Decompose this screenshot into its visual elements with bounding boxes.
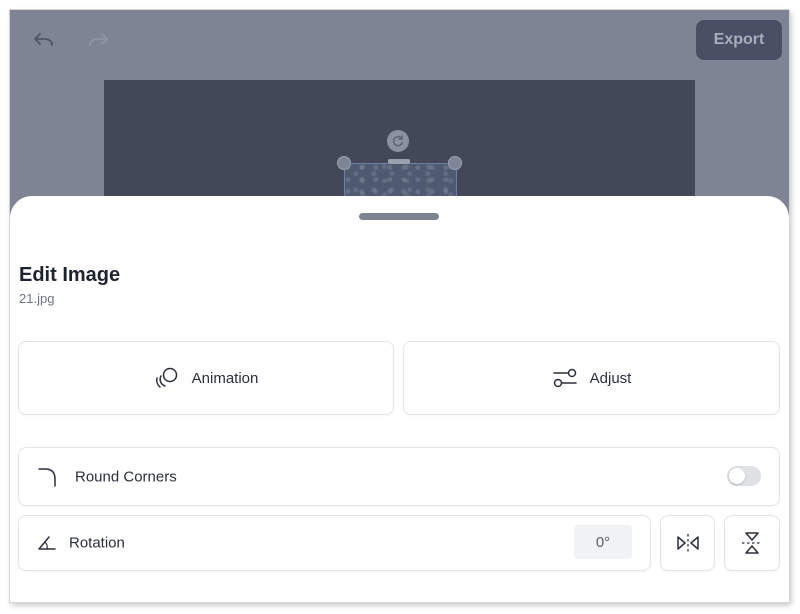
- edit-image-sheet: Edit Image 21.jpg Animation Adjust Round…: [10, 196, 789, 602]
- flip-horizontal-button[interactable]: [660, 515, 715, 571]
- animation-button[interactable]: Animation: [18, 341, 394, 415]
- round-corners-row: Round Corners: [18, 447, 780, 506]
- adjust-icon: [552, 368, 577, 388]
- round-corners-toggle[interactable]: [727, 466, 761, 486]
- rotation-value-input[interactable]: 0°: [574, 525, 632, 559]
- rotation-angle-icon: [38, 536, 56, 550]
- flip-vertical-button[interactable]: [724, 515, 780, 571]
- animation-icon: [155, 367, 177, 388]
- rotate-handle[interactable]: [387, 130, 409, 152]
- flip-horizontal-icon: [676, 534, 699, 552]
- editor-window: Export Edit Image 21.jpg Animation Adjus…: [10, 10, 789, 602]
- toggle-knob: [729, 468, 745, 484]
- animation-label: Animation: [191, 369, 259, 387]
- file-name: 21.jpg: [19, 291, 55, 306]
- undo-icon: [34, 33, 53, 46]
- redo-icon: [89, 33, 108, 46]
- rotation-row: Rotation 0°: [18, 515, 651, 571]
- export-button[interactable]: Export: [696, 20, 782, 60]
- adjust-label: Adjust: [589, 369, 632, 387]
- round-corners-icon: [38, 467, 56, 487]
- corner-handle-top-right[interactable]: [448, 156, 462, 170]
- top-resize-handle[interactable]: [388, 159, 410, 164]
- redo-button[interactable]: [84, 26, 114, 56]
- rotation-label: Rotation: [69, 534, 125, 552]
- sheet-title: Edit Image: [19, 264, 121, 286]
- round-corners-label: Round Corners: [75, 468, 177, 485]
- rotate-handle-icon: [392, 135, 404, 147]
- sheet-grabber[interactable]: [359, 213, 439, 220]
- adjust-button[interactable]: Adjust: [403, 341, 780, 415]
- undo-button[interactable]: [28, 26, 58, 56]
- flip-vertical-icon: [742, 532, 762, 554]
- corner-handle-top-left[interactable]: [337, 156, 351, 170]
